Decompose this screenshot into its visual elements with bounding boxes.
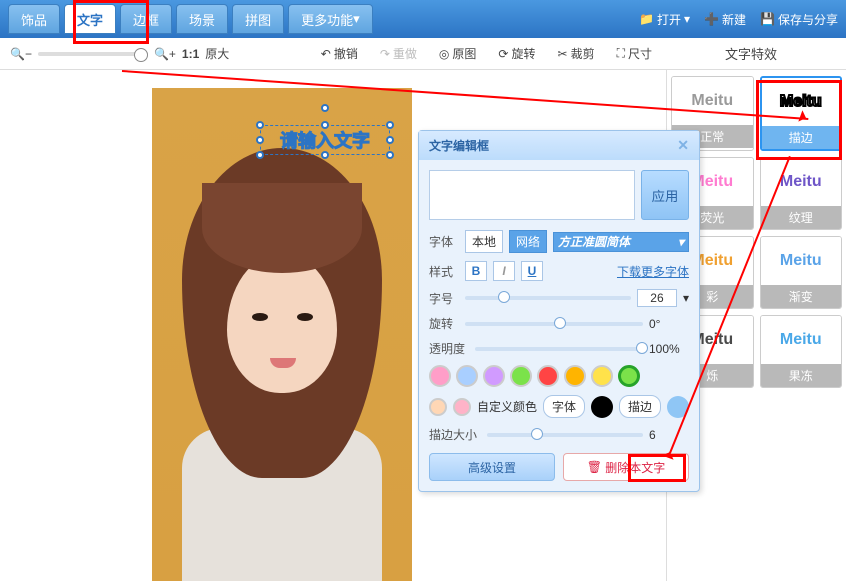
handle-br[interactable] xyxy=(386,151,394,159)
top-right-actions: 📁打开 ▾ ➕新建 💾保存与分享 xyxy=(639,11,838,28)
zoom-in-icon[interactable]: 🔍+ xyxy=(154,47,176,61)
stroke-color-dot[interactable] xyxy=(667,396,689,418)
effect-preview: Meitu xyxy=(672,77,753,125)
zoom-slider[interactable] xyxy=(38,52,148,56)
text-input[interactable] xyxy=(429,170,635,220)
swatch-1[interactable] xyxy=(456,365,478,387)
tab-more[interactable]: 更多功能 ▾ xyxy=(288,4,373,34)
opacity-val: 100% xyxy=(649,342,689,356)
text-object-label: 请输入文字 xyxy=(280,127,370,153)
swatch-0[interactable] xyxy=(429,365,451,387)
effect-card-纹理[interactable]: Meitu纹理 xyxy=(760,157,843,230)
stroke-val: 6 xyxy=(649,428,689,442)
effect-preview: Meitu xyxy=(762,78,841,126)
size-button[interactable]: ⛶ 尺寸 xyxy=(609,45,660,62)
italic-button[interactable]: I xyxy=(493,261,515,281)
tab-scene[interactable]: 场景 xyxy=(176,4,228,34)
font-color-dot[interactable] xyxy=(591,396,613,418)
chip-font-color[interactable]: 字体 xyxy=(543,395,585,418)
handle-bl[interactable] xyxy=(256,151,264,159)
popup-title-bar[interactable]: 文字编辑框 ✕ xyxy=(419,131,699,160)
open-button[interactable]: 📁打开 ▾ xyxy=(639,11,690,28)
font-source-net[interactable]: 网络 xyxy=(509,230,547,253)
text-object[interactable]: 请输入文字 xyxy=(260,125,390,155)
rotate-button[interactable]: ⟳ 旋转 xyxy=(490,45,543,62)
advanced-button[interactable]: 高级设置 xyxy=(429,453,555,481)
effect-card-果冻[interactable]: Meitu果冻 xyxy=(760,315,843,388)
tab-collage[interactable]: 拼图 xyxy=(232,4,284,34)
swatch-5[interactable] xyxy=(564,365,586,387)
popup-title: 文字编辑框 xyxy=(429,137,489,154)
bold-button[interactable]: B xyxy=(465,261,487,281)
save-icon: 💾 xyxy=(760,12,775,26)
effect-label: 纹理 xyxy=(761,206,842,229)
rotate-val: 0° xyxy=(649,317,689,331)
swatch-7[interactable] xyxy=(618,365,640,387)
handle-tl[interactable] xyxy=(256,121,264,129)
opacity-slider[interactable] xyxy=(475,347,643,351)
swatch-2[interactable] xyxy=(483,365,505,387)
stroke-size-label: 描边大小 xyxy=(429,426,481,443)
handle-tr[interactable] xyxy=(386,121,394,129)
folder-icon: 📁 xyxy=(639,12,654,26)
effect-label: 渐变 xyxy=(761,285,842,308)
save-share-button[interactable]: 💾保存与分享 xyxy=(760,11,838,28)
size-slider[interactable] xyxy=(465,296,631,300)
effect-preview: Meitu xyxy=(761,237,842,285)
size-stepper[interactable]: 26 xyxy=(637,289,677,307)
small-swatch-2[interactable] xyxy=(453,398,471,416)
zoom-orig[interactable]: 原大 xyxy=(205,45,229,62)
tool-row: 🔍− 🔍+ 1:1 原大 ↶ 撤销 ↷ 重做 ◎ 原图 ⟳ 旋转 ✂ 裁剪 ⛶ … xyxy=(0,38,846,70)
zoom-ratio[interactable]: 1:1 xyxy=(182,47,199,61)
top-tabbar: 饰品 文字 边框 场景 拼图 更多功能 ▾ 📁打开 ▾ ➕新建 💾保存与分享 xyxy=(0,0,846,38)
redo-button[interactable]: ↷ 重做 xyxy=(372,45,425,62)
swatch-6[interactable] xyxy=(591,365,613,387)
handle-bm[interactable] xyxy=(321,151,329,159)
effect-preview: Meitu xyxy=(761,158,842,206)
orig-image-button[interactable]: ◎ 原图 xyxy=(431,45,485,62)
tab-ornament[interactable]: 饰品 xyxy=(8,4,60,34)
underline-button[interactable]: U xyxy=(521,261,543,281)
tab-border[interactable]: 边框 xyxy=(120,4,172,34)
undo-button[interactable]: ↶ 撤销 xyxy=(313,45,366,62)
text-edit-popup: 文字编辑框 ✕ 应用 字体 本地 网络 方正准圆简体▾ 样式 B I U 下载更… xyxy=(418,130,700,492)
delete-text-button[interactable]: 🗑 删除本文字 xyxy=(563,453,689,481)
handle-mr[interactable] xyxy=(386,136,394,144)
effect-label: 描边 xyxy=(762,126,841,149)
font-label: 字体 xyxy=(429,233,459,250)
effect-preview: Meitu xyxy=(761,316,842,364)
handle-ml[interactable] xyxy=(256,136,264,144)
plus-icon: ➕ xyxy=(704,12,719,26)
effect-card-描边[interactable]: Meitu描边 xyxy=(760,76,843,151)
more-fonts-link[interactable]: 下载更多字体 xyxy=(617,263,689,280)
style-label: 样式 xyxy=(429,263,459,280)
trash-icon: 🗑 xyxy=(587,460,602,474)
effect-card-渐变[interactable]: Meitu渐变 xyxy=(760,236,843,309)
new-button[interactable]: ➕新建 xyxy=(704,11,746,28)
color-swatches xyxy=(429,365,689,387)
stroke-slider[interactable] xyxy=(487,433,643,437)
font-select[interactable]: 方正准圆简体▾ xyxy=(553,232,689,252)
rotate-label: 旋转 xyxy=(429,315,459,332)
apply-button[interactable]: 应用 xyxy=(641,170,689,220)
side-panel-title: 文字特效 xyxy=(666,44,836,63)
tab-text[interactable]: 文字 xyxy=(64,4,116,34)
crop-button[interactable]: ✂ 裁剪 xyxy=(550,45,603,62)
chip-stroke-color[interactable]: 描边 xyxy=(619,395,661,418)
effect-label: 果冻 xyxy=(761,364,842,387)
swatch-4[interactable] xyxy=(537,365,559,387)
font-source-local[interactable]: 本地 xyxy=(465,230,503,253)
chevron-down-icon: ▾ xyxy=(678,235,684,249)
zoom-out-icon[interactable]: 🔍− xyxy=(10,47,32,61)
photo xyxy=(152,88,412,581)
custom-color-label: 自定义颜色 xyxy=(477,398,537,415)
opacity-label: 透明度 xyxy=(429,340,469,357)
close-icon[interactable]: ✕ xyxy=(677,137,689,154)
handle-rotate[interactable] xyxy=(321,104,329,112)
handle-tm[interactable] xyxy=(321,121,329,129)
rotate-slider[interactable] xyxy=(465,322,643,326)
swatch-3[interactable] xyxy=(510,365,532,387)
size-label: 字号 xyxy=(429,290,459,307)
small-swatch-1[interactable] xyxy=(429,398,447,416)
